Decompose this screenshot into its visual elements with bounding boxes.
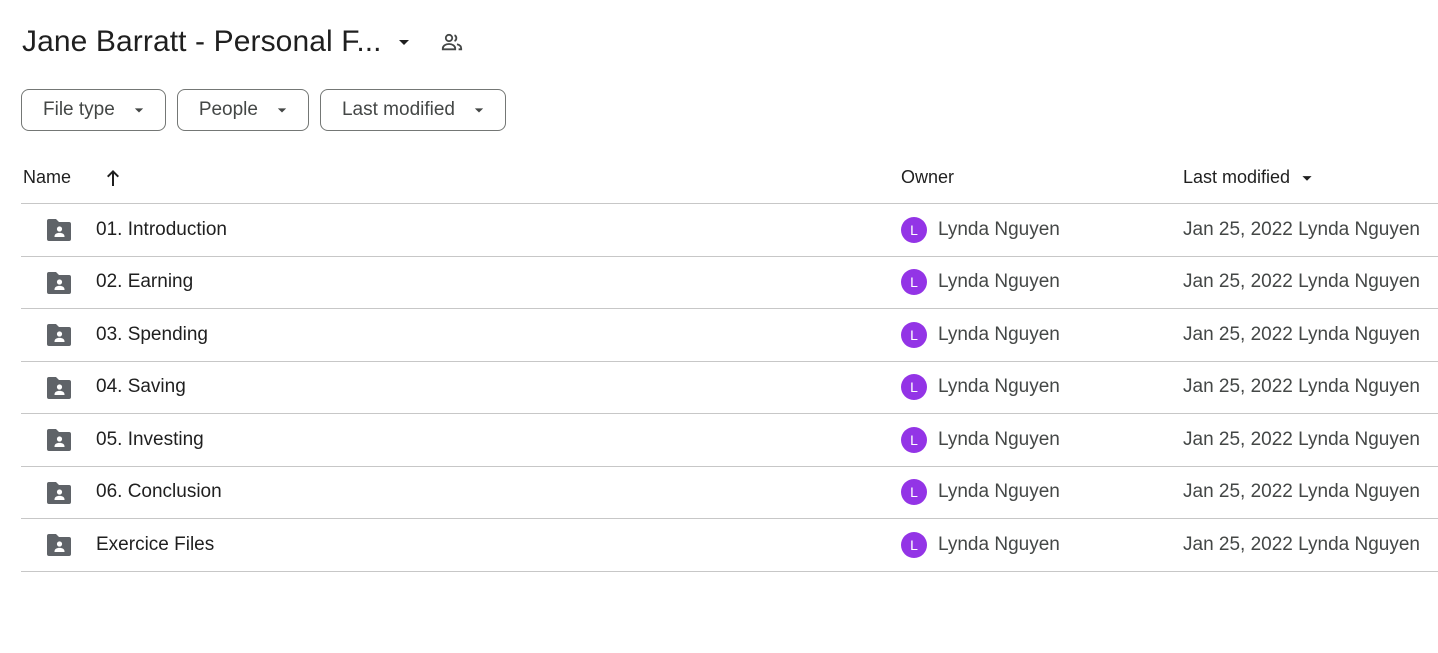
table-body: 01. Introduction L Lynda Nguyen Jan 25, 202… xyxy=(21,204,1438,572)
file-name[interactable]: 03. Spending xyxy=(96,324,208,346)
last-modified-text: Jan 25, 2022 Lynda Nguyen xyxy=(1183,428,1420,450)
chevron-down-icon xyxy=(272,100,292,120)
table-row[interactable]: Exercice Files L Lynda Nguyen Jan 25, 2022 … xyxy=(21,519,1438,572)
avatar: L xyxy=(901,374,927,401)
table-row[interactable]: 05. Investing L Lynda Nguyen Jan 25, 2022 L… xyxy=(21,414,1438,467)
avatar: L xyxy=(901,426,927,453)
last-modified-header-label: Last modified xyxy=(1183,167,1291,187)
last-modified-text: Jan 25, 2022 Lynda Nguyen xyxy=(1183,376,1420,398)
last-modified-filter[interactable]: Last modified xyxy=(319,89,506,131)
table-row[interactable]: 04. Saving L Lynda Nguyen Jan 25, 2022 Lynd… xyxy=(21,362,1438,414)
chevron-down-icon xyxy=(469,100,489,120)
table-row[interactable]: 03. Spending L Lynda Nguyen Jan 25, 2022 Ly… xyxy=(21,309,1438,362)
arrow-drop-down-icon[interactable] xyxy=(390,28,418,56)
filter-bar: File type People Last modified xyxy=(21,89,506,131)
owner-name: Lynda Nguyen xyxy=(938,271,1060,293)
file-list: Name Owner Last modified 01. Introductio… xyxy=(21,152,1438,572)
shared-folder-icon xyxy=(45,376,73,400)
last-modified-text: Jan 25, 2022 Lynda Nguyen xyxy=(1183,271,1420,293)
file-type-filter[interactable]: File type xyxy=(21,89,166,131)
sort-down-icon xyxy=(1296,167,1318,189)
filter-label: File type xyxy=(43,99,115,120)
file-name[interactable]: 02. Earning xyxy=(96,271,193,293)
table-row[interactable]: 01. Introduction L Lynda Nguyen Jan 25, 202… xyxy=(21,204,1438,257)
owner-name: Lynda Nguyen xyxy=(938,218,1060,240)
shared-folder-icon xyxy=(45,271,73,295)
last-modified-text: Jan 25, 2022 Lynda Nguyen xyxy=(1183,218,1420,240)
arrow-upward-icon[interactable] xyxy=(101,166,125,190)
owner-name: Lynda Nguyen xyxy=(938,323,1060,345)
file-name[interactable]: 04. Saving xyxy=(96,376,186,398)
avatar: L xyxy=(901,531,927,558)
owner-name: Lynda Nguyen xyxy=(938,376,1060,398)
last-modified-text: Jan 25, 2022 Lynda Nguyen xyxy=(1183,323,1420,345)
owner-name: Lynda Nguyen xyxy=(938,428,1060,450)
avatar: L xyxy=(901,321,927,348)
owner-name: Lynda Nguyen xyxy=(938,481,1060,503)
avatar: L xyxy=(901,479,927,506)
table-header: Name Owner Last modified xyxy=(21,152,1438,204)
filter-label: Last modified xyxy=(341,99,455,120)
owner-column-header: Owner xyxy=(901,167,955,187)
file-name[interactable]: Exercice Files xyxy=(96,534,214,556)
people-filter[interactable]: People xyxy=(176,89,309,131)
last-modified-text: Jan 25, 2022 Lynda Nguyen xyxy=(1183,533,1420,555)
avatar: L xyxy=(901,269,927,296)
last-modified-column-header[interactable]: Last modified xyxy=(1183,167,1318,189)
shared-folder-icon xyxy=(45,533,73,557)
file-name[interactable]: 05. Investing xyxy=(96,429,204,451)
table-row[interactable]: 06. Conclusion L Lynda Nguyen Jan 25, 2022 … xyxy=(21,467,1438,519)
table-row[interactable]: 02. Earning L Lynda Nguyen Jan 25, 2022 Lyn… xyxy=(21,257,1438,309)
shared-folder-icon xyxy=(45,218,73,242)
shared-folder-icon xyxy=(45,323,73,347)
last-modified-text: Jan 25, 2022 Lynda Nguyen xyxy=(1183,481,1420,503)
shared-folder-icon xyxy=(45,481,73,505)
chevron-down-icon xyxy=(129,100,149,120)
name-column-header[interactable]: Name xyxy=(23,167,71,188)
file-name[interactable]: 01. Introduction xyxy=(96,219,227,241)
filter-label: People xyxy=(198,99,258,120)
folder-title[interactable]: Jane Barratt - Personal F... xyxy=(22,25,382,59)
avatar: L xyxy=(901,216,927,243)
people-icon[interactable] xyxy=(438,28,466,56)
shared-folder-icon xyxy=(45,428,73,452)
file-name[interactable]: 06. Conclusion xyxy=(96,481,222,503)
owner-name: Lynda Nguyen xyxy=(938,533,1060,555)
header: Jane Barratt - Personal F... xyxy=(22,20,466,64)
